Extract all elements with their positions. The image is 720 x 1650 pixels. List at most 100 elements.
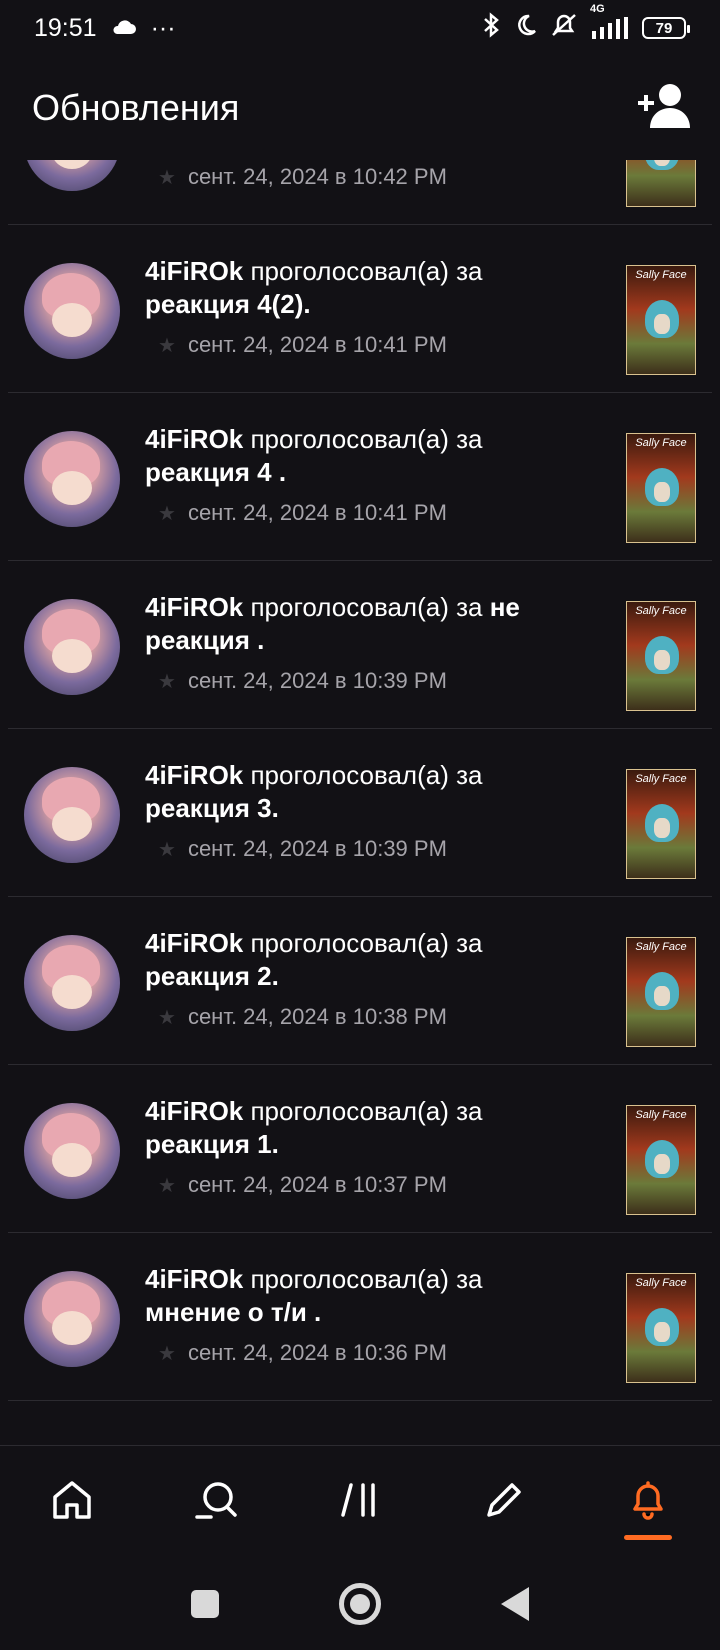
app-header: Обновления bbox=[0, 56, 720, 160]
avatar[interactable] bbox=[24, 935, 120, 1031]
write-icon bbox=[481, 1477, 527, 1528]
cover-title: Sally Face bbox=[635, 941, 687, 953]
add-user-icon[interactable] bbox=[636, 82, 692, 135]
action-text: проголосовал(а) за bbox=[243, 256, 483, 286]
update-meta: ★ сент. 24, 2024 в 10:41 PM bbox=[158, 332, 447, 358]
tab-write[interactable] bbox=[464, 1462, 544, 1542]
home-button[interactable] bbox=[339, 1582, 381, 1625]
timestamp: сент. 24, 2024 в 10:39 PM bbox=[187, 668, 447, 693]
clock: 19:51 bbox=[34, 13, 97, 42]
avatar[interactable] bbox=[24, 431, 120, 527]
update-text: 4iFiROk проголосовал(а) за мнение о т/и … bbox=[145, 1263, 555, 1329]
back-button[interactable] bbox=[501, 1586, 529, 1621]
update-text: 4iFiROk проголосовал(а) за реакция 3. bbox=[145, 759, 555, 825]
cover-title: Sally Face bbox=[635, 1277, 687, 1289]
cloud-icon bbox=[111, 14, 137, 43]
update-text: 4iFiROk проголосовал(а) за реакция 4 . bbox=[145, 423, 555, 489]
tab-library[interactable] bbox=[320, 1462, 400, 1542]
update-text: 4iFiROk проголосовал(а) за не реакция . bbox=[145, 591, 555, 657]
status-bar: 19:51 ··· 4G 79 bbox=[0, 0, 720, 56]
system-nav-bar bbox=[0, 1557, 720, 1650]
story-cover[interactable]: Sally Face bbox=[626, 265, 696, 375]
story-title[interactable]: реакция 4 . bbox=[145, 457, 286, 487]
tab-notifications[interactable] bbox=[608, 1462, 688, 1542]
list-item[interactable]: 4iFiROk проголосовал(а) за реакция 1. ★ се… bbox=[8, 1065, 712, 1233]
avatar[interactable] bbox=[24, 1271, 120, 1367]
star-icon: ★ bbox=[158, 502, 176, 525]
star-icon: ★ bbox=[158, 1342, 176, 1365]
username[interactable]: 4iFiROk bbox=[145, 760, 243, 790]
cover-art bbox=[645, 804, 679, 842]
username[interactable]: 4iFiROk bbox=[145, 928, 243, 958]
update-text: 4iFiROk проголосовал(а) за реакция 4(2). bbox=[145, 255, 555, 321]
list-item[interactable]: 4iFiROk проголосовал(а) за не реакция . ★… bbox=[8, 561, 712, 729]
star-icon: ★ bbox=[158, 166, 176, 189]
star-icon: ★ bbox=[158, 838, 176, 861]
update-meta: ★ сент. 24, 2024 в 10:42 PM bbox=[158, 164, 447, 190]
cover-title: Sally Face bbox=[635, 605, 687, 617]
update-text: 4iFiROk проголосовал(а) за реакция 2. bbox=[145, 927, 555, 993]
update-meta: ★ сент. 24, 2024 в 10:36 PM bbox=[158, 1340, 447, 1366]
list-item[interactable]: 4iFiROk проголосовал(а) за реакция 4(2).… bbox=[8, 225, 712, 393]
list-item[interactable]: 4iFiROk проголосовал(а) за реакция 4 . ★ с… bbox=[8, 393, 712, 561]
story-cover[interactable]: Sally Face bbox=[626, 160, 696, 207]
story-title[interactable]: реакция 3. bbox=[145, 793, 279, 823]
cover-title: Sally Face bbox=[635, 1109, 687, 1121]
story-cover[interactable]: Sally Face bbox=[626, 433, 696, 543]
timestamp: сент. 24, 2024 в 10:41 PM bbox=[187, 500, 447, 525]
username[interactable]: 4iFiROk bbox=[145, 256, 243, 286]
battery-icon: 79 bbox=[642, 17, 690, 39]
story-cover[interactable]: Sally Face bbox=[626, 601, 696, 711]
action-text: проголосовал(а) за bbox=[243, 592, 490, 622]
active-tab-indicator bbox=[624, 1535, 672, 1540]
star-icon: ★ bbox=[158, 1006, 176, 1029]
cover-art bbox=[645, 468, 679, 506]
story-title[interactable]: реакция 4(2). bbox=[145, 289, 311, 319]
star-icon: ★ bbox=[158, 670, 176, 693]
star-icon: ★ bbox=[158, 1174, 176, 1197]
action-text: проголосовал(а) за bbox=[243, 1264, 483, 1294]
timestamp: сент. 24, 2024 в 10:42 PM bbox=[187, 164, 447, 189]
page-title: Обновления bbox=[32, 87, 240, 128]
story-title[interactable]: реакция 1. bbox=[145, 1129, 279, 1159]
update-meta: ★ сент. 24, 2024 в 10:41 PM bbox=[158, 500, 447, 526]
list-item[interactable]: 4iFiROk проголосовал(а) за реакция 2. ★ се… bbox=[8, 897, 712, 1065]
avatar[interactable] bbox=[24, 599, 120, 695]
story-cover[interactable]: Sally Face bbox=[626, 1273, 696, 1383]
home-button-dot bbox=[350, 1593, 370, 1614]
bluetooth-icon bbox=[480, 11, 502, 45]
username[interactable]: 4iFiROk bbox=[145, 424, 243, 454]
update-meta: ★ сент. 24, 2024 в 10:37 PM bbox=[158, 1172, 447, 1198]
story-title[interactable]: реакция 2. bbox=[145, 961, 279, 991]
timestamp: сент. 24, 2024 в 10:37 PM bbox=[187, 1172, 447, 1197]
list-item[interactable]: 4iFiROk проголосовал(а) за реакция 3. ★ се… bbox=[8, 729, 712, 897]
list-item[interactable]: возвращение.★сент. 24, 2024 в 10:42 PMSa… bbox=[8, 160, 712, 225]
cover-art bbox=[645, 160, 679, 170]
username[interactable]: 4iFiROk bbox=[145, 1096, 243, 1126]
avatar[interactable] bbox=[24, 767, 120, 863]
username[interactable]: 4iFiROk bbox=[145, 1264, 243, 1294]
tab-home[interactable] bbox=[32, 1462, 112, 1542]
update-meta: ★ сент. 24, 2024 в 10:38 PM bbox=[158, 1004, 447, 1030]
cover-art bbox=[645, 1140, 679, 1178]
action-text: проголосовал(а) за bbox=[243, 760, 483, 790]
story-cover[interactable]: Sally Face bbox=[626, 937, 696, 1047]
updates-feed[interactable]: возвращение.★сент. 24, 2024 в 10:42 PMSa… bbox=[0, 160, 720, 1445]
cover-title: Sally Face bbox=[635, 773, 687, 785]
story-cover[interactable]: Sally Face bbox=[626, 1105, 696, 1215]
username[interactable]: 4iFiROk bbox=[145, 592, 243, 622]
recent-apps-button[interactable] bbox=[191, 1589, 219, 1618]
cover-art bbox=[645, 636, 679, 674]
update-meta: ★ сент. 24, 2024 в 10:39 PM bbox=[158, 836, 447, 862]
story-title[interactable]: мнение о т/и . bbox=[145, 1297, 321, 1327]
avatar[interactable] bbox=[24, 263, 120, 359]
avatar[interactable] bbox=[24, 1103, 120, 1199]
bell-icon bbox=[625, 1477, 671, 1528]
search-icon bbox=[193, 1477, 239, 1528]
story-cover[interactable]: Sally Face bbox=[626, 769, 696, 879]
network-type: 4G bbox=[590, 3, 605, 15]
list-item[interactable]: 4iFiROk проголосовал(а) за мнение о т/и … bbox=[8, 1233, 712, 1401]
tab-search[interactable] bbox=[176, 1462, 256, 1542]
timestamp: сент. 24, 2024 в 10:36 PM bbox=[187, 1340, 447, 1365]
avatar[interactable] bbox=[24, 160, 120, 191]
